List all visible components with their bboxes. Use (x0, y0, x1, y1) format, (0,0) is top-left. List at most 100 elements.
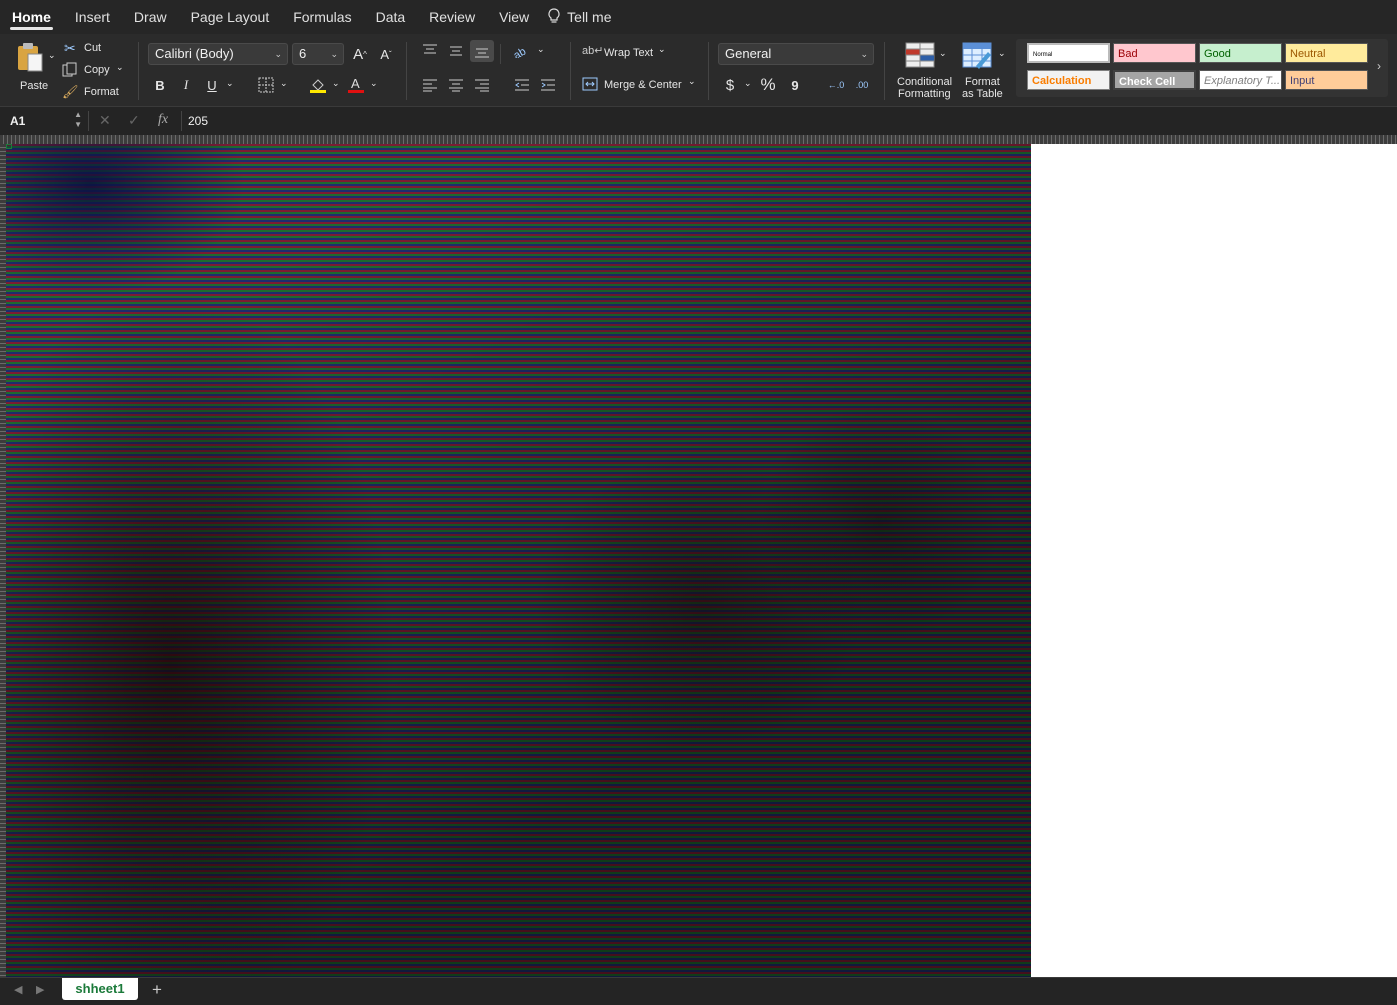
enter-icon[interactable]: ✓ (128, 112, 140, 129)
sheet-tab-shheet1[interactable]: shheet1 (62, 978, 138, 1000)
tab-insert[interactable]: Insert (63, 0, 122, 34)
scissors-icon: ✂ (64, 40, 76, 56)
align-right-icon[interactable] (470, 74, 494, 96)
chevron-down-icon[interactable]: ⌄ (332, 78, 340, 89)
style-neutral[interactable]: Neutral (1285, 43, 1368, 63)
tab-home[interactable]: Home (0, 0, 63, 34)
wrap-text-label: Wrap Text (604, 47, 654, 59)
font-color-icon[interactable]: A (344, 74, 368, 96)
chevron-down-icon: ⌄ (860, 49, 868, 59)
font-size-value: 6 (299, 46, 307, 61)
format-as-table-label-2: as Table (962, 88, 1003, 100)
chevron-down-icon[interactable]: ⌄ (280, 78, 288, 89)
style-check-cell[interactable]: Check Cell (1113, 70, 1196, 90)
stepper-icon: ▲ ▼ (74, 110, 82, 129)
conditional-formatting-icon (905, 42, 935, 73)
font-size-dropdown[interactable]: 6 ⌄ (292, 43, 344, 65)
decrease-font-size-icon[interactable]: Aˇ (374, 43, 398, 65)
percent-button[interactable]: % (756, 74, 780, 96)
cancel-icon[interactable]: ✕ (99, 112, 111, 129)
italic-button[interactable]: I (174, 74, 198, 96)
tell-me-button[interactable]: Tell me (547, 7, 612, 27)
number-format-dropdown[interactable]: General ⌄ (718, 43, 874, 65)
menu-bar: Home Insert Draw Page Layout Formulas Da… (0, 0, 1397, 34)
scroll-left-icon[interactable]: ◀ (14, 983, 22, 996)
borders-icon[interactable] (254, 74, 278, 96)
align-middle-icon[interactable] (444, 40, 468, 62)
style-calculation[interactable]: Calculation (1027, 70, 1110, 90)
orientation-icon[interactable]: ab (510, 40, 534, 62)
ribbon: ⌄ Paste ✂ Cut Copy ⌄ 🖌 Format Calibri (B… (0, 34, 1397, 107)
divider (181, 111, 182, 131)
bold-button[interactable]: B (148, 74, 172, 96)
align-left-icon[interactable] (418, 74, 442, 96)
format-as-table-button[interactable]: ⌄ Format as Table (958, 40, 1008, 102)
paste-button[interactable]: ⌄ Paste (10, 38, 56, 96)
conditional-formatting-button[interactable]: ⌄ Conditional Formatting (893, 40, 957, 102)
increase-decimal-icon[interactable]: ←.0 (824, 74, 848, 96)
style-good[interactable]: Good (1199, 43, 1282, 63)
paste-label: Paste (20, 80, 49, 92)
font-name-dropdown[interactable]: Calibri (Body) ⌄ (148, 43, 288, 65)
underline-button[interactable]: U (200, 74, 224, 96)
copy-button[interactable]: Copy ⌄ (62, 62, 126, 78)
cell-reference: A1 (10, 114, 26, 128)
cut-label: Cut (84, 42, 102, 54)
style-normal[interactable]: Normal (1027, 43, 1110, 63)
style-neutral-label: Neutral (1290, 48, 1326, 60)
divider (88, 111, 89, 131)
divider (570, 42, 571, 100)
align-top-icon[interactable] (418, 40, 442, 62)
merge-center-button[interactable]: Merge & Center ⌄ (582, 76, 702, 94)
chevron-down-icon[interactable]: ⌄ (744, 78, 752, 89)
chevron-down-icon: ⌄ (274, 49, 282, 59)
row-header-strip (0, 144, 6, 977)
svg-text:ab: ab (513, 46, 528, 58)
divider (138, 42, 139, 100)
colored-cells-image (0, 144, 1031, 977)
add-sheet-button[interactable]: + (152, 980, 162, 1000)
divider (884, 42, 885, 100)
increase-indent-icon[interactable] (536, 74, 560, 96)
chevron-down-icon[interactable]: ⌄ (226, 78, 234, 89)
cell-styles-gallery: Normal Bad Good Neutral Calculation Chec… (1016, 39, 1388, 97)
tab-formulas[interactable]: Formulas (281, 0, 363, 34)
align-center-icon[interactable] (444, 74, 468, 96)
chevron-down-icon[interactable]: ⌄ (370, 78, 378, 89)
chevron-right-icon[interactable]: › (1377, 59, 1381, 73)
tab-view[interactable]: View (487, 0, 541, 34)
align-bottom-icon[interactable] (470, 40, 494, 62)
divider (708, 42, 709, 100)
formula-input[interactable]: 205 (188, 114, 208, 128)
formula-bar: A1 ▲ ▼ ✕ ✓ fx 205 (0, 107, 1397, 136)
conditional-formatting-label-2: Formatting (898, 88, 951, 100)
currency-button[interactable]: $ (718, 74, 742, 96)
decrease-decimal-icon[interactable]: .00 (850, 74, 874, 96)
selected-cell[interactable] (6, 144, 12, 149)
merge-center-label: Merge & Center (604, 79, 682, 91)
chevron-down-icon: ⌄ (688, 76, 696, 86)
tab-review[interactable]: Review (417, 0, 487, 34)
name-box[interactable]: A1 ▲ ▼ (6, 110, 82, 132)
scroll-right-icon[interactable]: ▶ (36, 983, 44, 996)
lightbulb-icon (547, 7, 561, 27)
style-input[interactable]: Input (1285, 70, 1368, 90)
style-check-cell-label: Check Cell (1119, 76, 1176, 88)
decrease-indent-icon[interactable] (510, 74, 534, 96)
wrap-text-button[interactable]: ab↵ Wrap Text ⌄ (582, 44, 672, 62)
comma-button[interactable]: 9 (783, 74, 807, 96)
style-bad[interactable]: Bad (1113, 43, 1196, 63)
fill-color-icon[interactable] (306, 74, 330, 96)
column-header-strip (0, 135, 1397, 144)
tell-me-label: Tell me (567, 9, 612, 25)
spreadsheet-grid[interactable] (0, 144, 1397, 977)
tab-draw[interactable]: Draw (122, 0, 179, 34)
wrap-text-icon: ab↵ (582, 45, 604, 57)
chevron-down-icon[interactable]: ⌄ (537, 44, 545, 55)
style-explanatory[interactable]: Explanatory T... (1199, 70, 1282, 90)
tab-data[interactable]: Data (364, 0, 418, 34)
function-icon[interactable]: fx (158, 112, 168, 128)
brush-icon: 🖌 (62, 84, 79, 99)
tab-page-layout[interactable]: Page Layout (179, 0, 282, 34)
increase-font-size-icon[interactable]: A ^ (348, 43, 372, 65)
